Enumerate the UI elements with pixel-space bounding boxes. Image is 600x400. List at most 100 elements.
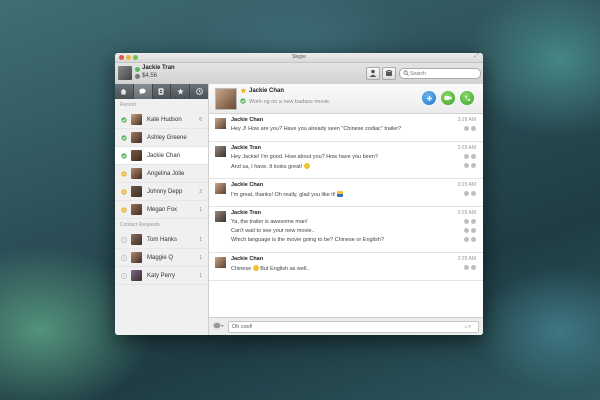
- remove-icon[interactable]: [471, 228, 476, 233]
- contact-item[interactable]: Jackie Chan: [115, 147, 208, 165]
- message-text: Chinese But English as well..: [231, 265, 310, 272]
- favorite-star-icon[interactable]: [240, 87, 247, 96]
- edit-icon[interactable]: [464, 228, 469, 233]
- remove-icon[interactable]: [471, 219, 476, 224]
- person-icon: [369, 69, 377, 77]
- remove-icon[interactable]: [471, 163, 476, 168]
- message-actions[interactable]: [464, 265, 476, 270]
- edit-icon[interactable]: [464, 126, 469, 131]
- contact-avatar[interactable]: [215, 88, 237, 110]
- message-text: Can't wait to see your new movie..: [231, 228, 315, 234]
- skype-credit[interactable]: $4.56: [142, 73, 157, 79]
- video-call-button[interactable]: [441, 91, 455, 105]
- credit-icon: [135, 74, 140, 79]
- emoticon-picker-icon[interactable]: ☺▾: [463, 324, 471, 330]
- contact-request-item[interactable]: ? Tom Hanks 1: [115, 231, 208, 249]
- contact-requests-list: ? Tom Hanks 1? Maggie Q 1? Katy Perry 1: [115, 231, 208, 285]
- online-status-icon: [121, 116, 127, 123]
- message-history[interactable]: Jackie Chan 3:29 AM Hey J! How are you? Ha…: [209, 114, 483, 318]
- message-time: 3:29 AM: [457, 182, 476, 188]
- tab-contacts[interactable]: [153, 84, 172, 99]
- message-item[interactable]: Jackie Tran 3:29 AM Hey Jackie! I'm good. …: [209, 142, 483, 179]
- contacts-book-icon: [158, 88, 164, 95]
- message-actions[interactable]: [464, 237, 476, 242]
- contact-item[interactable]: Angelina Jolie: [115, 165, 208, 183]
- contact-item[interactable]: Kate Hudson 6: [115, 111, 208, 129]
- skype-window: Skype ⤢ Jackie Tran $4.56 Search Recent …: [115, 53, 483, 335]
- message-text: Which language is the movie going to be?…: [231, 237, 384, 243]
- search-input[interactable]: [410, 69, 476, 78]
- chat-options-icon[interactable]: [213, 322, 224, 332]
- message-time: 3:29 AM: [457, 256, 476, 262]
- contact-name: Johnny Depp: [147, 188, 183, 195]
- avatar: [215, 211, 226, 222]
- message-actions[interactable]: [464, 228, 476, 233]
- remove-icon[interactable]: [471, 191, 476, 196]
- search-field[interactable]: [399, 68, 481, 79]
- avatar: [215, 183, 226, 194]
- message-actions[interactable]: [464, 154, 476, 159]
- message-item[interactable]: Jackie Chan 3:29 AM Chinese But English as…: [209, 253, 483, 281]
- contact-request-item[interactable]: ? Maggie Q 1: [115, 249, 208, 267]
- contact-item[interactable]: Ashley Greene: [115, 129, 208, 147]
- message-time: 3:29 AM: [457, 145, 476, 151]
- my-avatar[interactable]: [118, 66, 132, 80]
- message-item[interactable]: Jackie Chan 3:29 AM I'm great, thanks! Oh …: [209, 179, 483, 207]
- tab-favorites[interactable]: [171, 84, 191, 99]
- contact-item[interactable]: Johnny Depp 2: [115, 183, 208, 201]
- unread-count: 1: [199, 254, 202, 261]
- edit-icon[interactable]: [464, 163, 469, 168]
- add-people-button[interactable]: [422, 91, 436, 105]
- message-author: Jackie Chan: [231, 182, 264, 188]
- message-actions[interactable]: [464, 219, 476, 224]
- contact-name: Katy Perry: [147, 272, 176, 279]
- contact-item[interactable]: Megan Fox 1: [115, 201, 208, 219]
- dial-pad-button[interactable]: [382, 67, 396, 80]
- online-status-icon[interactable]: [135, 67, 140, 72]
- message-text: I'm great, thanks! Oh really, glad you l…: [231, 191, 344, 198]
- add-contact-button[interactable]: [366, 67, 380, 80]
- clock-icon: [195, 88, 203, 95]
- tab-history[interactable]: [190, 84, 208, 99]
- voice-call-button[interactable]: [460, 91, 474, 105]
- unread-count: 6: [199, 116, 202, 123]
- plus-icon: [426, 95, 432, 101]
- my-name[interactable]: Jackie Tran: [142, 65, 175, 71]
- edit-icon[interactable]: [464, 154, 469, 159]
- home-icon: [120, 88, 127, 95]
- online-status-icon: [121, 134, 127, 141]
- toolbar: Jackie Tran $4.56: [115, 63, 483, 85]
- message-actions[interactable]: [464, 163, 476, 168]
- avatar: [131, 186, 142, 197]
- message-text: Ya, the trailer is awesome man!: [231, 219, 308, 225]
- message-item[interactable]: Jackie Tran 3:29 AM Ya, the trailer is awe…: [209, 207, 483, 253]
- edit-icon[interactable]: [464, 237, 469, 242]
- contact-name: Kate Hudson: [147, 116, 182, 123]
- contact-name: Jackie Chan: [147, 152, 181, 159]
- chat-icon: [138, 88, 146, 95]
- compose-bar: Oh cool! ☺▾: [209, 317, 483, 335]
- tab-chats[interactable]: [133, 84, 153, 99]
- remove-icon[interactable]: [471, 154, 476, 159]
- unread-count: 2: [199, 188, 202, 195]
- message-actions[interactable]: [464, 126, 476, 131]
- message-actions[interactable]: [464, 191, 476, 196]
- edit-icon[interactable]: [464, 265, 469, 270]
- unread-count: 1: [199, 206, 202, 213]
- fullscreen-icon[interactable]: ⤢: [474, 53, 479, 60]
- remove-icon[interactable]: [471, 237, 476, 242]
- message-item[interactable]: Jackie Chan 3:29 AM Hey J! How are you? Ha…: [209, 114, 483, 142]
- edit-icon[interactable]: [464, 219, 469, 224]
- avatar: [131, 150, 142, 161]
- unread-count: 1: [199, 272, 202, 279]
- contact-name: Ashley Greene: [147, 134, 187, 141]
- contact-request-item[interactable]: ? Katy Perry 1: [115, 267, 208, 285]
- tab-home[interactable]: [115, 84, 134, 99]
- remove-icon[interactable]: [471, 126, 476, 131]
- star-icon: [177, 88, 184, 95]
- edit-icon[interactable]: [464, 191, 469, 196]
- search-icon: [403, 70, 409, 78]
- remove-icon[interactable]: [471, 265, 476, 270]
- away-status-icon: [121, 206, 127, 213]
- message-input[interactable]: Oh cool! ☺▾: [228, 321, 479, 333]
